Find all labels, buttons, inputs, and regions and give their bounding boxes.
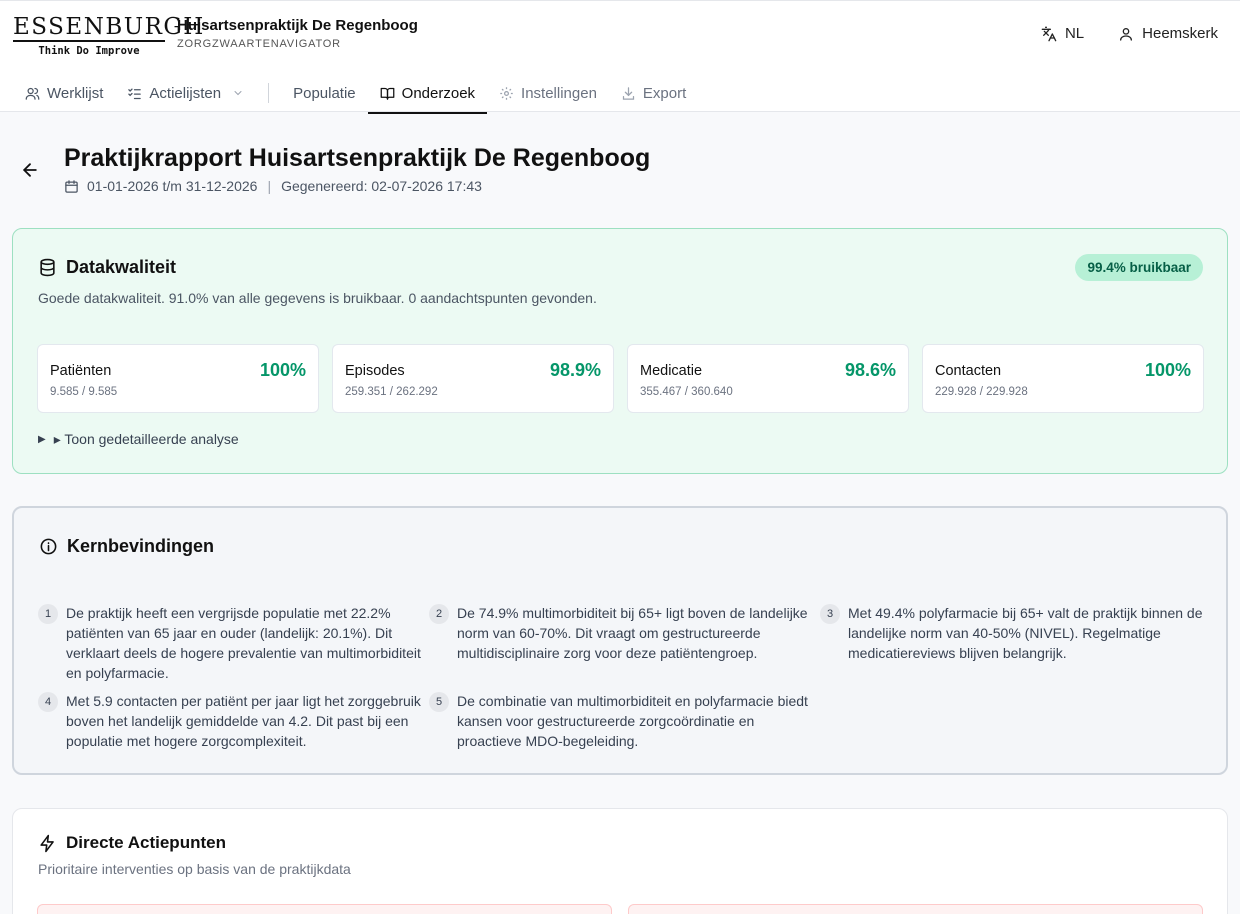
nav-instellingen[interactable]: Instellingen xyxy=(487,73,609,113)
nav-actielijsten-label: Actielijsten xyxy=(149,84,222,102)
translate-icon xyxy=(1041,26,1057,41)
nav-populatie-label: Populatie xyxy=(293,84,356,102)
stat-value: 100% xyxy=(1144,360,1191,380)
data-quality-description: Goede datakwaliteit. 91.0% van alle gege… xyxy=(38,290,597,306)
action-item-card[interactable] xyxy=(628,904,1203,914)
finding-item: 1 De praktijk heeft een vergrijsde popul… xyxy=(38,603,429,683)
app-subtitle: ZORGZWAARTENAVIGATOR xyxy=(177,38,341,50)
stat-label: Patiënten xyxy=(50,363,112,379)
essenburgh-logo[interactable]: ESSENBURGH Think Do Improve xyxy=(13,14,205,57)
data-quality-card: Datakwaliteit 99.4% bruikbaar Goede data… xyxy=(12,228,1228,474)
page-title: Praktijkrapport Huisartsenpraktijk De Re… xyxy=(64,144,651,172)
logo-tagline: Think Do Improve xyxy=(38,45,140,57)
stat-value: 100% xyxy=(259,360,306,380)
data-quality-title: Datakwaliteit xyxy=(66,257,177,277)
app-header: ESSENBURGH Think Do Improve Huisartsenpr… xyxy=(0,0,1240,114)
main-nav: Werklijst Actielijsten Populatie Onderzo… xyxy=(13,73,698,114)
stat-label: Contacten xyxy=(935,363,1002,379)
stat-count: 355.467 / 360.640 xyxy=(640,386,733,398)
report-period: 01-01-2026 t/m 31-12-2026 xyxy=(87,178,258,194)
finding-number: 2 xyxy=(429,604,449,624)
nav-werklijst-label: Werklijst xyxy=(47,84,104,102)
detailed-analysis-toggle[interactable]: ▶ ▸ Toon gedetailleerde analyse xyxy=(38,431,239,448)
lightning-icon xyxy=(40,834,54,852)
nav-populatie[interactable]: Populatie xyxy=(281,73,368,113)
nav-actielijsten[interactable]: Actielijsten xyxy=(115,73,256,113)
finding-number: 5 xyxy=(429,692,449,712)
finding-number: 1 xyxy=(38,604,58,624)
meta-separator: | xyxy=(267,178,272,194)
practice-info: Huisartsenpraktijk De Regenboog ZORGZWAA… xyxy=(177,17,418,50)
nav-instellingen-label: Instellingen xyxy=(521,84,597,102)
database-icon xyxy=(40,258,55,277)
finding-number: 3 xyxy=(820,604,840,624)
finding-item: 4 Met 5.9 contacten per patiënt per jaar… xyxy=(38,691,429,751)
user-icon xyxy=(1120,27,1133,41)
language-switcher[interactable]: NL xyxy=(1041,25,1084,42)
nav-onderzoek[interactable]: Onderzoek xyxy=(367,73,488,114)
stat-card-medicatie: Medicatie 355.467 / 360.640 98.6% xyxy=(627,344,909,413)
gear-icon xyxy=(500,86,513,100)
data-quality-heading: Datakwaliteit xyxy=(38,257,176,278)
language-label: NL xyxy=(1064,25,1085,42)
nav-export[interactable]: Export xyxy=(609,73,698,113)
stat-card-episodes: Episodes 259.351 / 262.292 98.9% xyxy=(332,344,614,413)
chevron-down-icon xyxy=(234,91,242,96)
stat-card-contacten: Contacten 229.928 / 229.928 100% xyxy=(922,344,1204,413)
finding-text: Met 5.9 contacten per patiënt per jaar l… xyxy=(66,693,421,749)
nav-onderzoek-label: Onderzoek xyxy=(401,84,476,102)
disclosure-triangle-icon: ▶ xyxy=(38,434,46,445)
finding-text: Met 49.4% polyfarmacie bij 65+ valt de p… xyxy=(848,605,1203,661)
stat-value: 98.9% xyxy=(549,360,601,380)
logo-wordmark: ESSENBURGH xyxy=(13,14,205,42)
action-item-card[interactable] xyxy=(37,904,612,914)
key-findings-title: Kernbevindingen xyxy=(67,536,215,556)
action-points-card: Directe Actiepunten Prioritaire interven… xyxy=(12,808,1228,914)
stat-count: 259.351 / 262.292 xyxy=(345,386,438,398)
action-points-description: Prioritaire interventies op basis van de… xyxy=(38,861,351,877)
nav-werklijst[interactable]: Werklijst xyxy=(13,73,115,113)
finding-item: 2 De 74.9% multimorbiditeit bij 65+ ligt… xyxy=(429,603,820,683)
back-arrow-icon[interactable] xyxy=(20,160,40,180)
list-checks-icon xyxy=(128,88,142,99)
users-icon xyxy=(25,87,40,100)
stat-count: 9.585 / 9.585 xyxy=(50,386,118,398)
finding-number: 4 xyxy=(38,692,58,712)
finding-item: 5 De combinatie van multimorbiditeit en … xyxy=(429,691,820,751)
report-meta: 01-01-2026 t/m 31-12-2026 | Gegenereerd:… xyxy=(64,178,482,194)
stat-count: 229.928 / 229.928 xyxy=(935,386,1028,398)
user-menu[interactable]: Heemskerk xyxy=(1118,25,1218,42)
stat-value: 98.6% xyxy=(844,360,896,380)
calendar-icon xyxy=(65,179,78,193)
nav-export-label: Export xyxy=(642,84,687,102)
download-icon xyxy=(622,86,635,100)
nav-divider xyxy=(268,83,270,103)
stat-label: Medicatie xyxy=(640,363,703,379)
practice-name: Huisartsenpraktijk De Regenboog xyxy=(177,17,418,34)
user-name: Heemskerk xyxy=(1142,25,1218,42)
finding-text: De 74.9% multimorbiditeit bij 65+ ligt b… xyxy=(457,605,808,661)
usable-badge: 99.4% bruikbaar xyxy=(1075,254,1203,281)
action-points-title: Directe Actiepunten xyxy=(66,833,226,852)
key-findings-card: Kernbevindingen 1 De praktijk heeft een … xyxy=(12,506,1228,775)
book-open-icon xyxy=(380,87,395,100)
info-icon xyxy=(40,538,57,555)
key-findings-heading: Kernbevindingen xyxy=(39,536,214,557)
data-quality-stats: Patiënten 9.585 / 9.585 100% Episodes 25… xyxy=(37,344,1204,413)
stat-label: Episodes xyxy=(345,363,405,379)
action-points-heading: Directe Actiepunten xyxy=(38,833,226,853)
findings-list: 1 De praktijk heeft een vergrijsde popul… xyxy=(38,603,1208,751)
report-generated: Gegenereerd: 02-07-2026 17:43 xyxy=(281,178,482,194)
finding-text: De praktijk heeft een vergrijsde populat… xyxy=(66,605,421,681)
finding-item: 3 Met 49.4% polyfarmacie bij 65+ valt de… xyxy=(820,603,1208,683)
detailed-analysis-label: ▸ Toon gedetailleerde analyse xyxy=(53,431,239,447)
stat-card-patienten: Patiënten 9.585 / 9.585 100% xyxy=(37,344,319,413)
finding-text: De combinatie van multimorbiditeit en po… xyxy=(457,693,808,749)
